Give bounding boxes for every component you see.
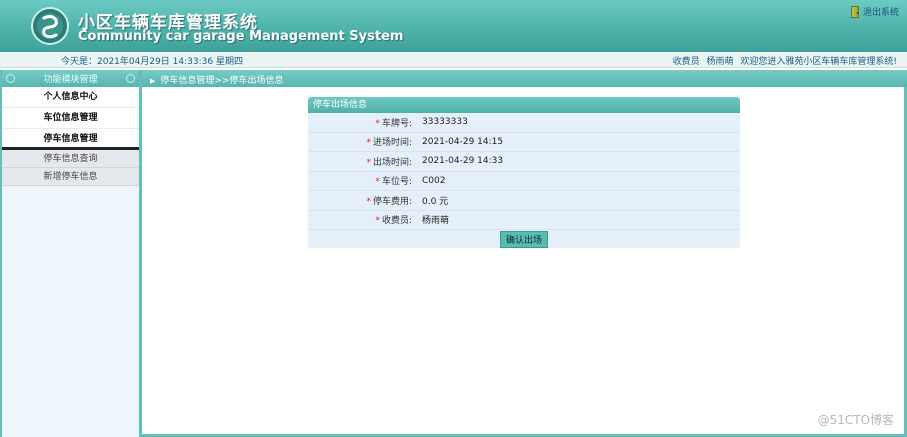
label-exit-time: 出场时间: — [372, 157, 412, 168]
label-cashier: 收费员: — [381, 216, 412, 227]
breadcrumb-text: 停车信息管理>>停车出场信息 — [160, 76, 284, 86]
main-content: 停车出场信息 * 车牌号: 33333333 * 进场时间: 2021-04-29 … — [142, 87, 907, 437]
info-bar: 今天是：2021年04月29日 14:33:36 星期四 收费员 杨雨萌 欢迎您… — [0, 52, 907, 68]
menu-parking-space[interactable]: 车位信息管理 — [2, 108, 139, 129]
form-row-entry-time: * 进场时间: 2021-04-29 14:15 — [308, 132, 740, 152]
label-plate: 车牌号: — [381, 118, 412, 129]
door-icon — [850, 5, 859, 18]
value-entry-time: 2021-04-29 14:15 — [422, 136, 504, 147]
menu-personal-info[interactable]: 个人信息中心 — [2, 87, 139, 108]
label-entry-time: 进场时间: — [372, 138, 412, 149]
user-role: 收费员 — [672, 57, 700, 67]
app-header: 小区车辆车库管理系统 Community car garage Manageme… — [0, 0, 907, 52]
breadcrumb-bar: ▶ 停车信息管理>>停车出场信息 — [142, 70, 907, 87]
required-icon: * — [375, 216, 380, 227]
form-row-fee: * 停车费用: 0.0 元 — [308, 191, 740, 211]
arrow-right-icon: ▶ — [150, 77, 156, 85]
value-exit-time: 2021-04-29 14:33 — [422, 156, 504, 167]
form-row-plate: * 车牌号: 33333333 — [308, 113, 740, 133]
breadcrumb: ▶ 停车信息管理>>停车出场信息 — [150, 73, 283, 86]
sidebar: 功能模块管理 个人信息中心 车位信息管理 停车信息管理 停车信息查询 新增停车信… — [0, 70, 142, 437]
circle-icon — [126, 74, 135, 83]
form-row-space: * 车位号: C002 — [308, 171, 740, 191]
menu-parking-info[interactable]: 停车信息管理 — [2, 129, 139, 150]
required-icon: * — [366, 138, 371, 149]
required-icon: * — [366, 157, 371, 168]
label-space: 车位号: — [381, 177, 412, 188]
required-icon: * — [366, 196, 371, 207]
value-cashier: 杨雨萌 — [422, 216, 450, 227]
sidebar-header-label: 功能模块管理 — [43, 75, 98, 85]
app-title-en: Community car garage Management System — [78, 29, 404, 44]
value-fee: 0.0 元 — [422, 196, 449, 207]
form-row-cashier: * 收费员: 杨雨萌 — [308, 210, 740, 230]
sidebar-header: 功能模块管理 — [2, 70, 139, 87]
sidebar-item-add-parking[interactable]: 新增停车信息 — [2, 168, 139, 186]
current-date: 今天是：2021年04月29日 14:33:36 星期四 — [61, 57, 243, 67]
user-name: 杨雨萌 — [706, 57, 734, 67]
logout-button[interactable]: 退出系统 — [850, 5, 899, 18]
required-icon: * — [375, 118, 380, 129]
value-space: C002 — [422, 175, 446, 186]
welcome-text: 欢迎您进入雅苑小区车辆车库管理系统! — [740, 57, 897, 67]
form-row-exit-time: * 出场时间: 2021-04-29 14:33 — [308, 152, 740, 172]
value-plate: 33333333 — [422, 117, 468, 128]
panel-title: 停车出场信息 — [308, 97, 740, 113]
watermark: @51CTO博客 — [817, 413, 894, 427]
logo-icon — [31, 7, 69, 45]
exit-info-panel: 停车出场信息 * 车牌号: 33333333 * 进场时间: 2021-04-29 … — [308, 97, 740, 248]
button-row: 确认出场 — [308, 230, 740, 248]
required-icon: * — [375, 177, 380, 188]
confirm-exit-button[interactable]: 确认出场 — [499, 230, 548, 248]
circle-icon — [6, 74, 15, 83]
logout-label: 退出系统 — [862, 8, 899, 18]
sidebar-item-parking-query[interactable]: 停车信息查询 — [2, 150, 139, 168]
welcome-message: 收费员 杨雨萌 欢迎您进入雅苑小区车辆车库管理系统! — [669, 54, 897, 67]
label-fee: 停车费用: — [372, 196, 412, 207]
